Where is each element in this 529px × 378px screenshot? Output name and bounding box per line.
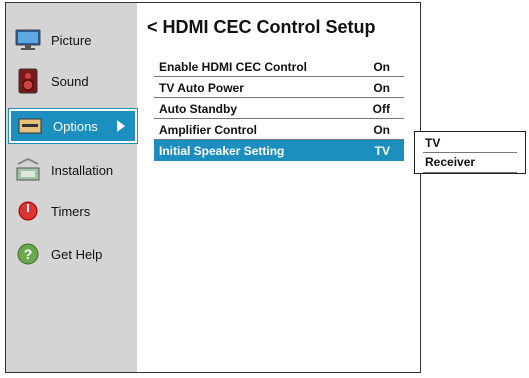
settings-list: Enable HDMI CEC Control On TV Auto Power…	[154, 56, 404, 161]
setting-label: Auto Standby	[159, 102, 237, 116]
tv-icon	[15, 27, 41, 53]
popup-option-tv[interactable]: TV	[425, 136, 440, 150]
sidebar-item-installation[interactable]: Installation	[9, 153, 137, 187]
setting-label: Enable HDMI CEC Control	[159, 60, 308, 74]
setting-value: TV	[374, 144, 390, 158]
setting-row-initial-speaker-setting[interactable]: Initial Speaker Setting TV	[154, 140, 404, 161]
speaker-icon	[15, 68, 41, 94]
setting-row-auto-standby[interactable]: Auto Standby Off	[154, 98, 404, 119]
sidebar-item-sound[interactable]: Sound	[9, 64, 137, 98]
setting-value: On	[373, 81, 390, 95]
sidebar-item-label: Picture	[51, 32, 92, 48]
popup-option-receiver[interactable]: Receiver	[425, 155, 475, 169]
installation-icon	[15, 157, 41, 183]
help-icon: ?	[15, 241, 41, 267]
chevron-right-icon	[117, 120, 125, 132]
back-icon[interactable]: <	[147, 17, 158, 37]
sidebar-item-get-help[interactable]: ? Get Help	[9, 237, 137, 271]
settings-window: Picture Sound Options Installation Timer…	[5, 2, 421, 373]
sidebar-item-options[interactable]: Options	[8, 108, 138, 144]
timer-icon	[15, 198, 41, 224]
page-title-text: HDMI CEC Control Setup	[162, 17, 376, 37]
setting-value: On	[373, 60, 390, 74]
sidebar-item-label: Timers	[51, 203, 91, 219]
setting-value: Off	[372, 102, 390, 116]
setting-label: Amplifier Control	[159, 123, 257, 137]
sidebar-item-picture[interactable]: Picture	[9, 23, 137, 57]
sidebar-item-label: Get Help	[51, 246, 103, 262]
setting-label: Initial Speaker Setting	[159, 144, 285, 158]
options-icon	[17, 113, 43, 139]
sidebar-item-label: Installation	[51, 162, 114, 178]
speaker-options-popup: TV Receiver	[414, 131, 526, 174]
setting-row-amplifier-control[interactable]: Amplifier Control On	[154, 119, 404, 140]
sidebar: Picture Sound Options Installation Timer…	[6, 3, 138, 372]
setting-row-tv-auto-power[interactable]: TV Auto Power On	[154, 77, 404, 98]
popup-divider	[423, 152, 517, 153]
sidebar-item-timers[interactable]: Timers	[9, 194, 137, 228]
setting-row-enable-hdmi-cec[interactable]: Enable HDMI CEC Control On	[154, 56, 404, 77]
setting-label: TV Auto Power	[159, 81, 244, 95]
page-title: < HDMI CEC Control Setup	[147, 17, 376, 38]
sidebar-item-label: Sound	[51, 73, 89, 89]
popup-divider	[423, 172, 517, 173]
setting-value: On	[373, 123, 390, 137]
sidebar-item-label: Options	[53, 118, 98, 134]
svg-text:?: ?	[24, 246, 33, 262]
